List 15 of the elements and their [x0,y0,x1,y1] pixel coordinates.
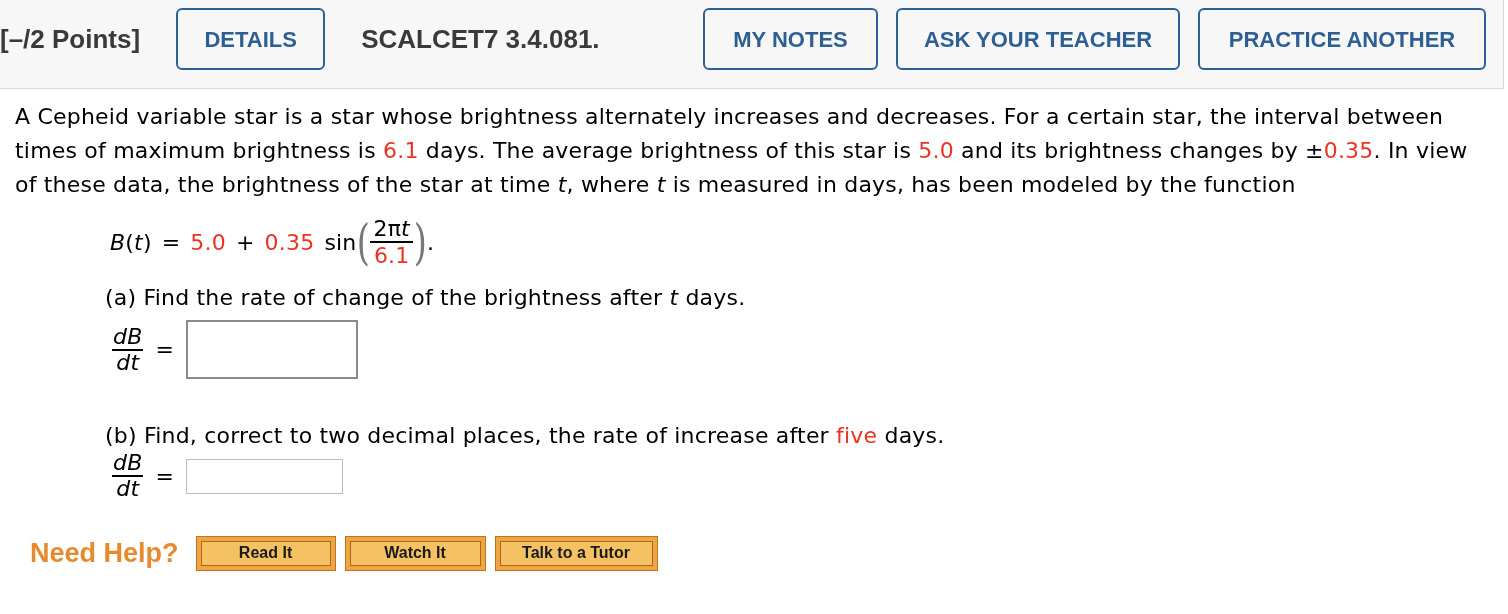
problem-text: A Cepheid variable star is a star whose brightness alternately increases and decreases. For a certain star, the interval between times of maximum brightness is 6.1 days. The average brightness of this star is 5.0 and its brightness changes by ±0.35. In view of these data, the brightness of the star at time t, where t is measured in days, has been modeled by the function [15,103,1469,199]
problem-title: SCALCET7 3.4.081. [361,22,600,56]
details-button[interactable]: DETAILS [176,8,326,70]
answer-field[interactable] [186,458,344,494]
question-text: (a) Find the rate of change of the brightness after t days. [105,284,746,312]
help-button[interactable]: Watch It [344,535,486,571]
help-button[interactable]: Read It [195,535,336,571]
my-notes-button[interactable]: MY NOTES [703,8,878,70]
help-label: Need Help? [30,537,179,570]
points-label: [–/2 Points] [0,22,141,56]
answer-field[interactable] [186,320,359,379]
help-button[interactable]: Talk to a Tutor [494,535,658,571]
practice-another-button[interactable]: PRACTICE ANOTHER [1198,8,1486,70]
ask-teacher-button[interactable]: ASK YOUR TEACHER [896,8,1180,70]
question-text: (b) Find, correct to two decimal places, the rate of increase after five days. [105,422,945,450]
